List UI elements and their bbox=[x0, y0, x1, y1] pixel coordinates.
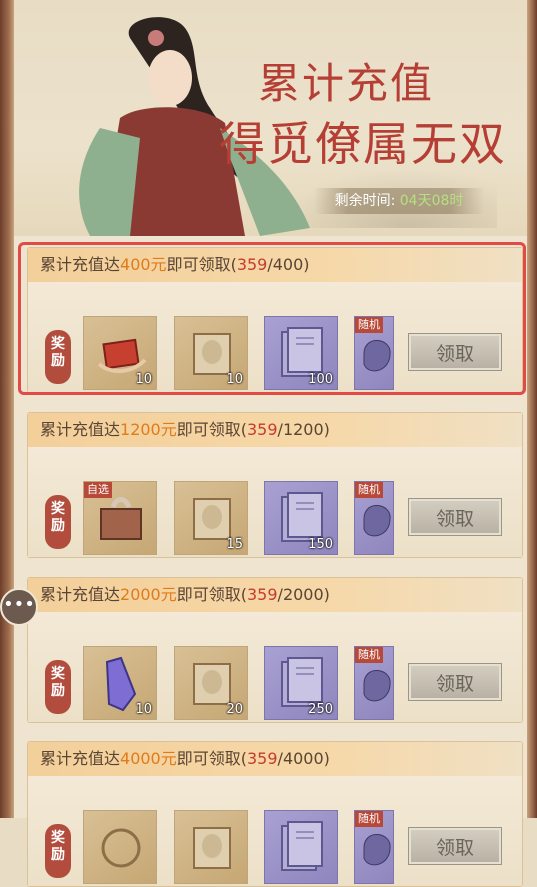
tier-body: 奖励 10 20 250 随机领取 bbox=[28, 612, 522, 722]
tier-prefix: 累计充值达 bbox=[40, 749, 121, 768]
item-quantity: 150 bbox=[308, 537, 333, 552]
reward-badge: 奖励 bbox=[45, 495, 71, 549]
tier-prefix: 累计充值达 bbox=[40, 255, 121, 274]
tier-amount: 4000元 bbox=[120, 749, 177, 768]
item-quantity: 100 bbox=[308, 372, 333, 387]
reward-badge: 奖励 bbox=[45, 660, 71, 714]
reward-item[interactable]: 随机 bbox=[354, 316, 394, 390]
reward-badge: 奖励 bbox=[45, 824, 71, 878]
reward-tier-card: 累计充值达4000元即可领取(359/4000) 奖励 随机领取 bbox=[27, 741, 523, 887]
tier-header: 累计充值达4000元即可领取(359/4000) bbox=[28, 742, 522, 776]
reward-item[interactable] bbox=[174, 810, 248, 884]
reward-badge: 奖励 bbox=[45, 330, 71, 384]
tier-suffix: 即可领取( bbox=[176, 749, 247, 768]
tier-amount: 2000元 bbox=[120, 585, 177, 604]
tier-current: 359 bbox=[247, 749, 278, 768]
reward-item[interactable] bbox=[264, 810, 338, 884]
reward-item[interactable]: 250 bbox=[264, 646, 338, 720]
tier-target: /2000) bbox=[277, 585, 330, 604]
claim-button[interactable]: 领取 bbox=[408, 333, 502, 371]
claim-button[interactable]: 领取 bbox=[408, 663, 502, 701]
reward-item[interactable]: 10 bbox=[83, 646, 157, 720]
tier-target: /1200) bbox=[277, 420, 330, 439]
reward-item[interactable]: 15 bbox=[174, 481, 248, 555]
tier-target: /400) bbox=[267, 255, 310, 274]
event-banner: 累计充值 得觅僚属无双 剩余时间: 04天08时 bbox=[14, 0, 527, 236]
item-tag: 随机 bbox=[355, 647, 383, 663]
item-quantity: 10 bbox=[226, 372, 243, 387]
banner-title-line2: 得觅僚属无双 bbox=[219, 117, 507, 171]
right-frame-border bbox=[527, 0, 537, 818]
reward-item[interactable] bbox=[83, 810, 157, 884]
tier-amount: 1200元 bbox=[120, 420, 177, 439]
tier-current: 359 bbox=[236, 255, 268, 274]
item-quantity: 15 bbox=[226, 537, 243, 552]
reward-item[interactable]: 随机 bbox=[354, 810, 394, 884]
tier-body: 奖励 10 10 100 随机领取 bbox=[28, 282, 522, 392]
item-quantity: 250 bbox=[308, 702, 333, 717]
reward-item[interactable]: 10 bbox=[174, 316, 248, 390]
tier-prefix: 累计充值达 bbox=[40, 420, 121, 439]
timer-label: 剩余时间: bbox=[334, 193, 396, 209]
reward-item[interactable]: 100 bbox=[264, 316, 338, 390]
remaining-time: 剩余时间: 04天08时 bbox=[314, 188, 484, 214]
tier-header: 累计充值达1200元即可领取(359/1200) bbox=[28, 413, 522, 447]
item-tag: 随机 bbox=[355, 811, 383, 827]
reward-item[interactable]: 10 bbox=[83, 316, 157, 390]
banner-title-line1: 累计充值 bbox=[258, 59, 435, 108]
left-frame-border bbox=[0, 0, 14, 818]
tier-current: 359 bbox=[247, 585, 278, 604]
tier-prefix: 累计充值达 bbox=[40, 585, 121, 604]
tier-suffix: 即可领取( bbox=[166, 255, 237, 274]
reward-tier-card: 累计充值达2000元即可领取(359/2000) 奖励 10 20 250 随机领取 bbox=[27, 577, 523, 723]
tier-header: 累计充值达2000元即可领取(359/2000) bbox=[28, 578, 522, 612]
chat-bubble-icon[interactable]: ••• bbox=[0, 588, 38, 626]
reward-item[interactable]: 20 bbox=[174, 646, 248, 720]
reward-item[interactable]: 随机 bbox=[354, 646, 394, 720]
tier-amount: 400元 bbox=[120, 255, 167, 274]
reward-tier-card: 累计充值达400元即可领取(359/400) 奖励 10 10 100 随机领取 bbox=[27, 247, 523, 393]
item-quantity: 10 bbox=[135, 702, 152, 717]
tier-current: 359 bbox=[247, 420, 278, 439]
reward-tier-card: 累计充值达1200元即可领取(359/1200) 奖励 自选 15 150 随机领取 bbox=[27, 412, 523, 558]
reward-item[interactable]: 随机 bbox=[354, 481, 394, 555]
reward-item[interactable]: 150 bbox=[264, 481, 338, 555]
item-quantity: 10 bbox=[135, 372, 152, 387]
claim-button[interactable]: 领取 bbox=[408, 498, 502, 536]
item-tag: 自选 bbox=[84, 482, 112, 498]
tier-suffix: 即可领取( bbox=[176, 585, 247, 604]
tier-body: 奖励 随机领取 bbox=[28, 776, 522, 886]
tier-header: 累计充值达400元即可领取(359/400) bbox=[28, 248, 522, 282]
tier-body: 奖励 自选 15 150 随机领取 bbox=[28, 447, 522, 557]
item-tag: 随机 bbox=[355, 482, 383, 498]
tier-target: /4000) bbox=[277, 749, 330, 768]
item-tag: 随机 bbox=[355, 317, 383, 333]
reward-item[interactable]: 自选 bbox=[83, 481, 157, 555]
timer-value: 04天08时 bbox=[399, 193, 464, 209]
item-quantity: 20 bbox=[226, 702, 243, 717]
tier-suffix: 即可领取( bbox=[176, 420, 247, 439]
claim-button[interactable]: 领取 bbox=[408, 827, 502, 865]
